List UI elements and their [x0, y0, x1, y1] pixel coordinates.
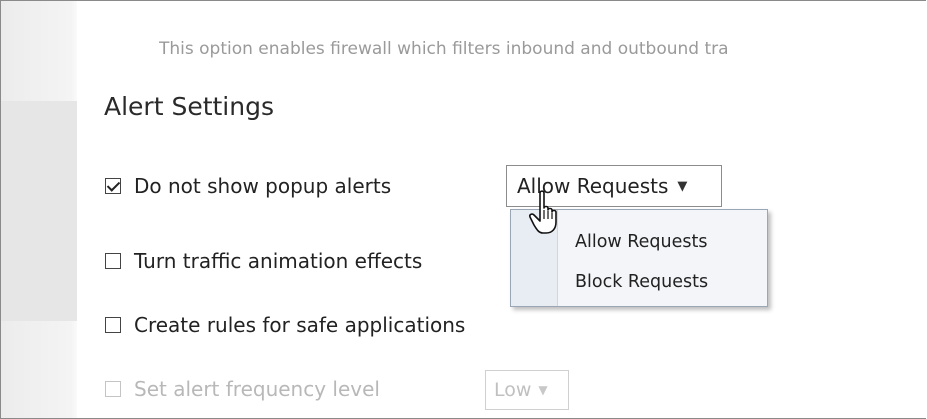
option-create-rules-for-safe-applications[interactable]: Create rules for safe applications: [105, 311, 465, 339]
set-alert-frequency-level-checkbox: [105, 381, 121, 397]
option-set-alert-frequency-level: Set alert frequency level: [105, 375, 380, 403]
option-turn-traffic-animation-effects[interactable]: Turn traffic animation effects: [105, 247, 422, 275]
do-not-show-popup-alerts-checkbox[interactable]: [105, 178, 121, 194]
sidebar-band: [1, 101, 77, 321]
menu-item-block-requests[interactable]: Block Requests: [575, 272, 708, 292]
option-do-not-show-popup-alerts[interactable]: Do not show popup alerts: [105, 172, 391, 200]
option-label: Turn traffic animation effects: [134, 249, 423, 273]
option-label: Create rules for safe applications: [134, 313, 466, 337]
alert-frequency-value: Low: [494, 379, 532, 401]
triangle-down-icon: ▼: [677, 178, 688, 194]
alert-frequency-select: Low ▼: [485, 370, 569, 410]
hand-pointer-icon: [529, 190, 557, 234]
settings-panel: This option enables firewall which filte…: [0, 0, 926, 419]
left-sidebar-strip: [1, 1, 77, 418]
create-rules-for-safe-applications-checkbox[interactable]: [105, 317, 121, 333]
triangle-down-icon: ▼: [538, 383, 548, 397]
alert-settings-heading: Alert Settings: [104, 92, 274, 121]
turn-traffic-animation-effects-checkbox[interactable]: [105, 253, 121, 269]
option-label: Do not show popup alerts: [134, 174, 392, 198]
firewall-description: This option enables firewall which filte…: [159, 39, 729, 59]
menu-item-allow-requests[interactable]: Allow Requests: [575, 232, 707, 252]
option-label: Set alert frequency level: [134, 377, 380, 401]
